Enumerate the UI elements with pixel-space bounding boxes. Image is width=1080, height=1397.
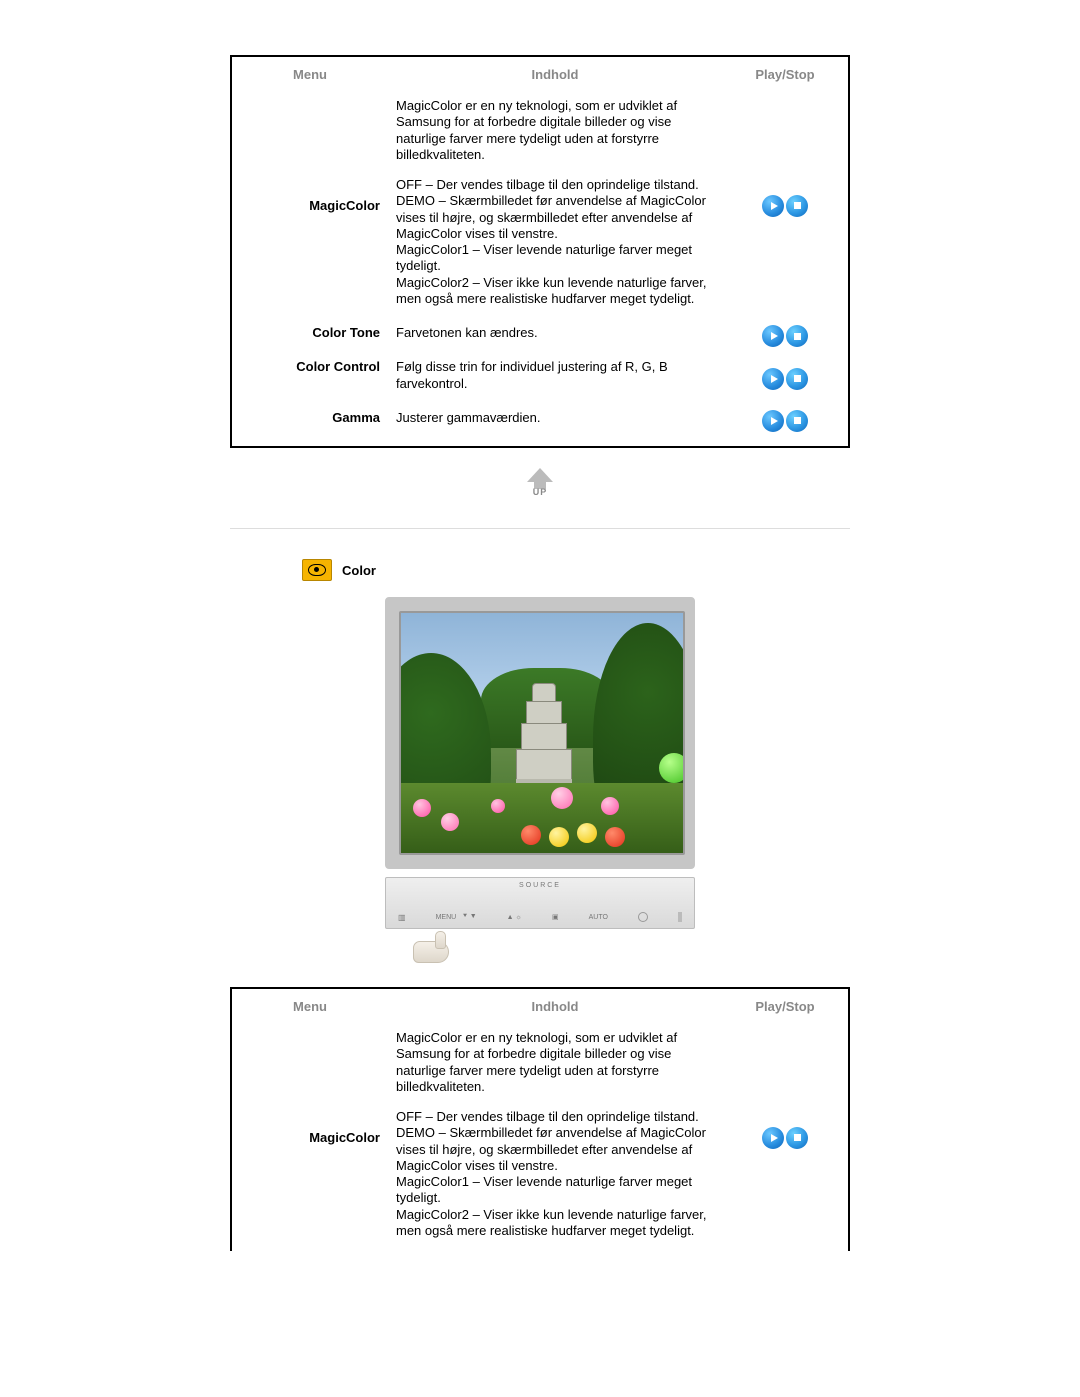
playstop-cell	[722, 1024, 848, 1251]
monitor-control-bar: SOURCE ▥ MENU⯆ ▼ ▲ ☼ ▣ AUTO	[385, 877, 695, 929]
pointing-hand-icon	[413, 933, 453, 967]
header-indhold: Indhold	[388, 989, 722, 1024]
play-icon[interactable]	[762, 368, 784, 390]
play-icon[interactable]	[762, 410, 784, 432]
playstop-cell	[722, 353, 848, 404]
menu-btn-label: MENU	[436, 914, 457, 921]
stop-icon[interactable]	[786, 368, 808, 390]
monitor-bezel	[385, 597, 695, 869]
row-desc-gamma: Justerer gammaværdien.	[388, 404, 722, 446]
up-label: UP	[520, 487, 560, 497]
monitor-screen	[399, 611, 685, 855]
table-header-row: Menu Indhold Play/Stop	[232, 57, 848, 92]
desc-paragraph: MagicColor er en ny teknologi, som er ud…	[396, 1030, 714, 1095]
up-arrow-icon	[527, 468, 553, 482]
stop-icon[interactable]	[786, 1127, 808, 1149]
table-row: MagicColor MagicColor er en ny teknologi…	[232, 1024, 848, 1251]
section-divider	[230, 528, 850, 529]
desc-paragraph: Følg disse trin for individuel justering…	[396, 359, 714, 392]
desc-paragraph: OFF – Der vendes tilbage til den oprinde…	[396, 1109, 714, 1239]
header-menu: Menu	[232, 989, 388, 1024]
playstop-cell	[722, 92, 848, 319]
play-icon[interactable]	[762, 195, 784, 217]
back-to-top-button[interactable]: UP	[520, 468, 560, 498]
row-label-gamma: Gamma	[232, 404, 388, 446]
source-label: SOURCE	[519, 882, 561, 889]
playstop-cell	[722, 319, 848, 353]
row-desc-colortone: Farvetonen kan ændres.	[388, 319, 722, 353]
section-title: Color	[342, 563, 376, 578]
row-desc-colorcontrol: Følg disse trin for individuel justering…	[388, 353, 722, 404]
header-menu: Menu	[232, 57, 388, 92]
header-playstop: Play/Stop	[722, 989, 848, 1024]
row-desc-magiccolor: MagicColor er en ny teknologi, som er ud…	[388, 1024, 722, 1251]
table-header-row: Menu Indhold Play/Stop	[232, 989, 848, 1024]
osd-table-2: Menu Indhold Play/Stop MagicColor MagicC…	[230, 987, 850, 1251]
table-row: Color Tone Farvetonen kan ændres.	[232, 319, 848, 353]
play-icon[interactable]	[762, 325, 784, 347]
power-indicator-icon	[638, 912, 648, 922]
row-desc-magiccolor: MagicColor er en ny teknologi, som er ud…	[388, 92, 722, 319]
stop-icon[interactable]	[786, 325, 808, 347]
table-row: Color Control Følg disse trin for indivi…	[232, 353, 848, 404]
stop-icon[interactable]	[786, 410, 808, 432]
stop-icon[interactable]	[786, 195, 808, 217]
playstop-cell	[722, 404, 848, 446]
desc-paragraph: MagicColor er en ny teknologi, som er ud…	[396, 98, 714, 163]
header-indhold: Indhold	[388, 57, 722, 92]
desc-paragraph: Justerer gammaværdien.	[396, 410, 714, 426]
play-icon[interactable]	[762, 1127, 784, 1149]
desc-paragraph: OFF – Der vendes tilbage til den oprinde…	[396, 177, 714, 307]
section-header-color: Color	[302, 559, 850, 581]
auto-btn-label: AUTO	[589, 914, 608, 921]
row-label-colorcontrol: Color Control	[232, 353, 388, 404]
monitor-preview: SOURCE ▥ MENU⯆ ▼ ▲ ☼ ▣ AUTO	[385, 597, 695, 967]
header-playstop: Play/Stop	[722, 57, 848, 92]
pagoda-graphic	[516, 683, 572, 798]
row-label-magiccolor: MagicColor	[232, 1024, 388, 1251]
row-label-magiccolor: MagicColor	[232, 92, 388, 319]
table-row: MagicColor MagicColor er en ny teknologi…	[232, 92, 848, 319]
row-label-colortone: Color Tone	[232, 319, 388, 353]
desc-paragraph: Farvetonen kan ændres.	[396, 325, 714, 341]
osd-table-1: Menu Indhold Play/Stop MagicColor MagicC…	[230, 55, 850, 448]
color-section-icon	[302, 559, 332, 581]
table-row: Gamma Justerer gammaværdien.	[232, 404, 848, 446]
